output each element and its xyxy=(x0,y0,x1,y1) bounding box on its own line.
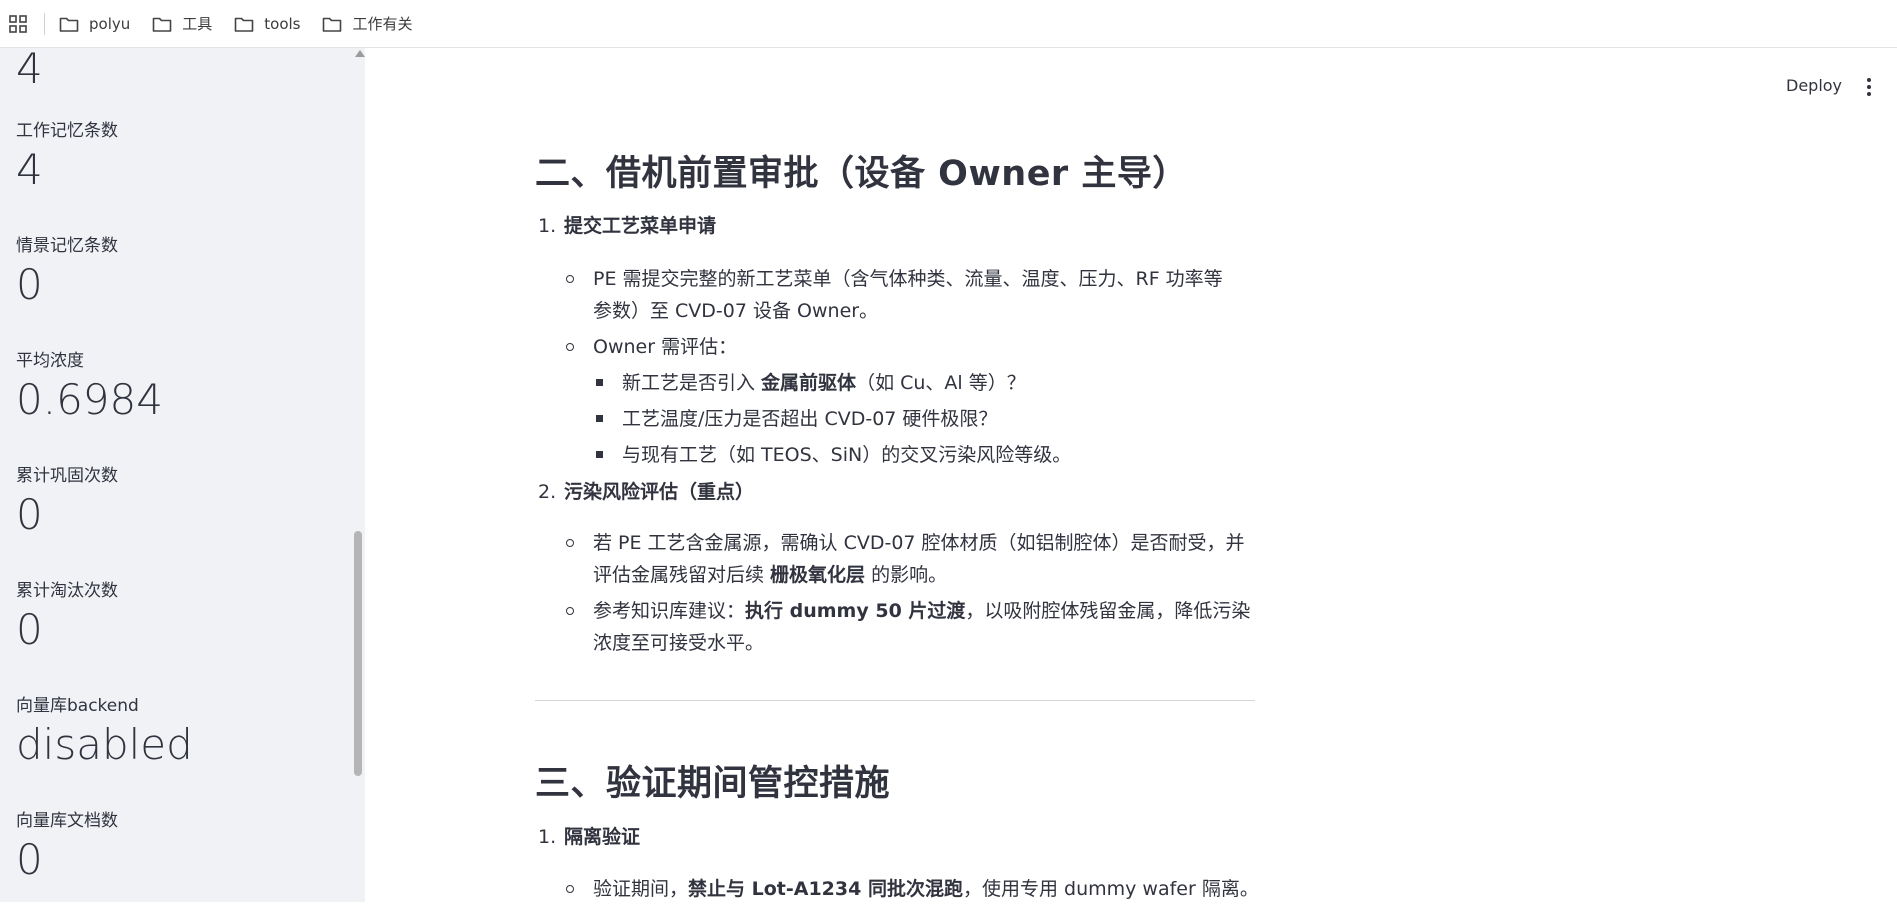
apps-grid-icon[interactable] xyxy=(6,12,30,36)
item-title-text: 隔离验证 xyxy=(564,826,641,848)
text-run: 评估金属残留对后续 xyxy=(593,564,771,586)
folder-icon xyxy=(323,17,342,32)
metric-episodic-memory: 情景记忆条数 0 xyxy=(16,231,118,306)
item-title: 污染风险评估（重点） xyxy=(564,476,754,508)
metric-label: 向量库文档数 xyxy=(16,811,118,831)
text-run: （如 Cu、Al 等）？ xyxy=(856,372,1026,394)
item-title: 隔离验证 xyxy=(564,821,640,853)
bookmarks-separator xyxy=(44,12,45,35)
bookmark-label: 工作有关 xyxy=(352,15,413,33)
bookmark-polyu[interactable]: polyu xyxy=(59,15,130,33)
bullet-square xyxy=(596,379,603,386)
list-item: 工艺温度/压力是否超出 CVD-07 硬件极限？ xyxy=(622,408,998,430)
metric-value: 4 xyxy=(16,145,43,194)
metric-consolidation-count: 累计巩固次数 0 xyxy=(16,461,118,536)
metric-value: 0.6984 xyxy=(16,375,163,424)
list-number: 1. xyxy=(538,826,557,848)
bullet-circle xyxy=(566,607,574,615)
scrollbar-thumb[interactable] xyxy=(354,531,362,776)
bookmarks-bar: polyu 工具 tools 工作有关 xyxy=(0,0,1897,48)
metric-working-memory: 工作记忆条数 4 xyxy=(16,116,118,191)
deploy-button[interactable]: Deploy xyxy=(1786,76,1842,95)
scroll-up-arrow-icon[interactable] xyxy=(355,50,365,57)
bookmark-label: 工具 xyxy=(182,15,213,33)
bold-text: 金属前驱体 xyxy=(761,372,857,394)
bookmark-label: polyu xyxy=(89,14,131,33)
list-item: PE 需提交完整的新工艺菜单（含气体种类、流量、温度、压力、RF 功率等 xyxy=(593,268,1223,290)
metric-eviction-count: 累计淘汰次数 0 xyxy=(16,576,118,651)
list-item: 若 PE 工艺含金属源，需确认 CVD-07 腔体材质（如铝制腔体）是否耐受，并 xyxy=(593,532,1245,554)
metric-value: 0 xyxy=(16,490,43,539)
section-2-heading: 二、借机前置审批（设备 Owner 主导） xyxy=(535,154,1188,194)
text-run: ，以吸附腔体残留金属，降低污染 xyxy=(965,600,1251,622)
metric-top: 4 xyxy=(16,48,43,90)
metric-label: 工作记忆条数 xyxy=(16,121,118,141)
metric-value: disabled xyxy=(16,720,193,769)
metric-label: 向量库backend xyxy=(16,696,139,716)
metric-label: 平均浓度 xyxy=(16,351,84,371)
list-number: 1. xyxy=(538,215,557,237)
list-item: 新工艺是否引入 金属前驱体（如 Cu、Al 等）？ xyxy=(622,367,1026,399)
metric-value: 0 xyxy=(16,835,43,884)
sidebar: 4 工作记忆条数 4 情景记忆条数 0 平均浓度 0.6984 累计巩固次数 0… xyxy=(0,48,365,902)
section-divider xyxy=(535,700,1255,701)
metric-label: 累计淘汰次数 xyxy=(16,581,118,601)
list-item: 参数）至 CVD-07 设备 Owner。 xyxy=(593,300,879,322)
list-item: Owner 需评估： xyxy=(593,336,738,358)
bullet-circle xyxy=(566,343,574,351)
bookmark-work[interactable]: 工作有关 xyxy=(322,13,413,34)
bookmark-tools-cn[interactable]: 工具 xyxy=(152,13,212,34)
list-item: 验证期间，禁止与 Lot-A1234 同批次混跑，使用专用 dummy wafe… xyxy=(593,873,1259,905)
metric-label: 累计巩固次数 xyxy=(16,466,118,486)
text-run: 的影响。 xyxy=(865,564,948,586)
folder-icon xyxy=(59,17,79,32)
metric-vector-backend: 向量库backend disabled xyxy=(16,691,193,766)
bookmark-label: tools xyxy=(264,14,301,33)
text-run: 验证期间， xyxy=(593,878,689,900)
metric-average-concentration: 平均浓度 0.6984 xyxy=(16,346,163,421)
bold-text: 执行 dummy 50 片过渡 xyxy=(745,600,966,622)
list-item: 参考知识库建议：执行 dummy 50 片过渡，以吸附腔体残留金属，降低污染 xyxy=(593,595,1250,627)
metric-vector-doc-count: 向量库文档数 0 xyxy=(16,806,118,881)
text-run: ，使用专用 dummy wafer 隔离。 xyxy=(962,878,1259,900)
sidebar-scrollbar[interactable] xyxy=(352,48,365,902)
item-title-text: 污染风险评估（重点） xyxy=(564,481,755,503)
bullet-circle xyxy=(566,885,574,893)
item-title-text: 提交工艺菜单申请 xyxy=(564,215,717,237)
bullet-square xyxy=(596,415,603,422)
bullet-circle xyxy=(566,275,574,283)
metric-value: 4 xyxy=(16,48,43,93)
bookmark-tools[interactable]: tools xyxy=(234,15,300,33)
text-run: 新工艺是否引入 xyxy=(622,372,762,394)
list-item: 与现有工艺（如 TEOS、SiN）的交叉污染风险等级。 xyxy=(622,444,1072,466)
metric-value: 0 xyxy=(16,260,43,309)
text-run: 参考知识库建议： xyxy=(593,600,746,622)
folder-icon xyxy=(234,17,254,32)
section-3-heading: 三、验证期间管控措施 xyxy=(535,764,891,804)
metric-label: 情景记忆条数 xyxy=(16,236,118,256)
item-title: 提交工艺菜单申请 xyxy=(564,210,716,242)
metric-value: 0 xyxy=(16,605,43,654)
bold-text: 禁止与 Lot-A1234 同批次混跑 xyxy=(688,878,963,900)
list-item: 浓度至可接受水平。 xyxy=(593,632,765,654)
kebab-menu-icon[interactable] xyxy=(1862,76,1876,98)
bullet-circle xyxy=(566,539,574,547)
bullet-square xyxy=(596,451,603,458)
folder-icon xyxy=(152,17,172,32)
bold-text: 栅极氧化层 xyxy=(770,564,866,586)
list-item: 评估金属残留对后续 栅极氧化层 的影响。 xyxy=(593,559,947,591)
list-number: 2. xyxy=(538,481,557,503)
